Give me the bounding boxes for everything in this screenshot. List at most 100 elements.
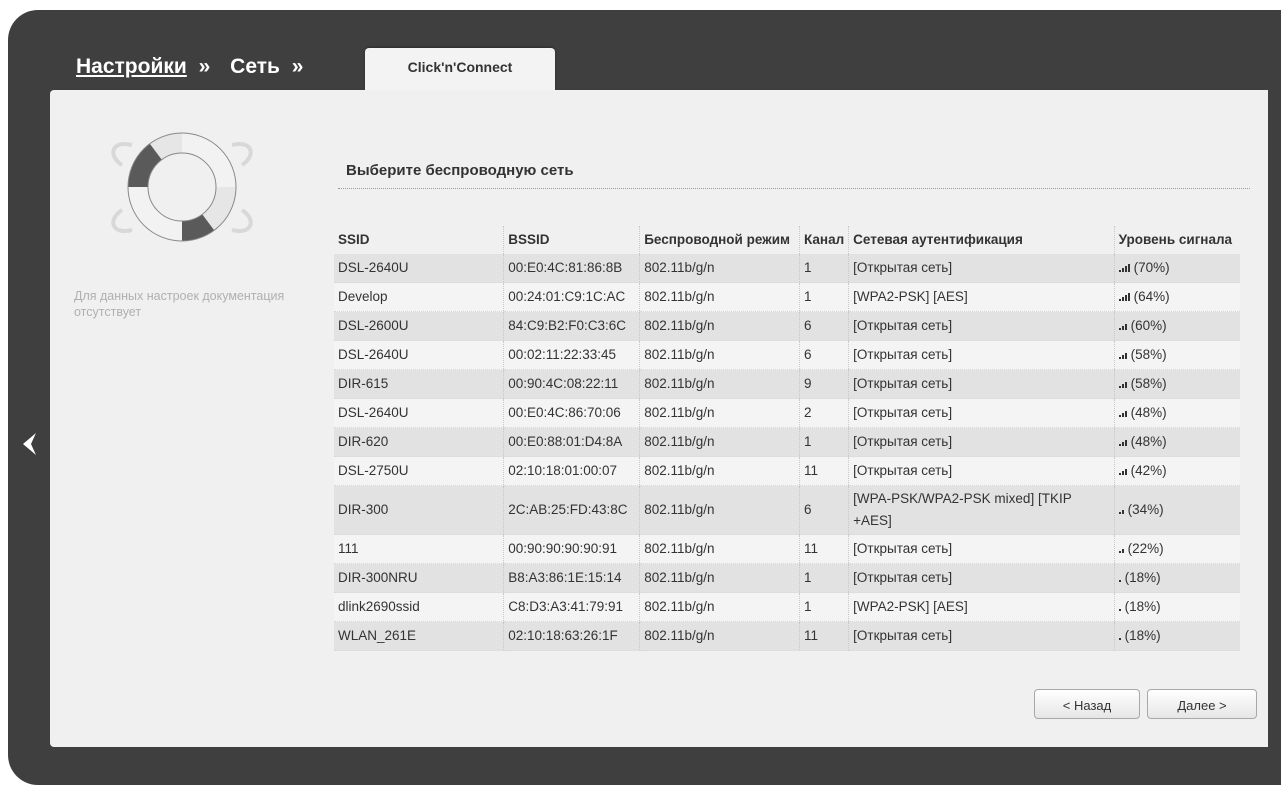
- cell-auth: [Открытая сеть]: [848, 456, 1115, 486]
- cell-auth: [Открытая сеть]: [848, 254, 1115, 283]
- cell-bssid: 02:10:18:01:00:07: [503, 456, 640, 486]
- cell-auth: [Открытая сеть]: [848, 621, 1115, 651]
- cell-bssid: 00:90:4C:08:22:11: [503, 369, 640, 399]
- cell-auth: [Открытая сеть]: [848, 398, 1115, 428]
- table-row[interactable]: DIR-300 2C:AB:25:FD:43:8C 802.11b/g/n 6 [WPA…: [334, 485, 1240, 535]
- cell-mode: 802.11b/g/n: [639, 369, 800, 399]
- cell-ssid: DIR-300: [334, 485, 504, 535]
- breadcrumb-separator: »: [291, 55, 304, 78]
- signal-value: (18%): [1124, 599, 1161, 614]
- cell-ssid: Develop: [334, 282, 504, 312]
- table-row[interactable]: Develop 00:24:01:C9:1C:AC 802.11b/g/n 1 [WPA…: [334, 282, 1240, 312]
- signal-bars-icon: [1118, 625, 1122, 647]
- breadcrumb-network[interactable]: Сеть: [230, 55, 280, 78]
- table-row[interactable]: DSL-2600U 84:C9:B2:F0:C3:6C 802.11b/g/n 6 [О…: [334, 311, 1240, 341]
- signal-value: (64%): [1133, 289, 1170, 304]
- cell-channel: 6: [798, 485, 849, 535]
- table-row[interactable]: DIR-615 00:90:4C:08:22:11 802.11b/g/n 9 [Отк…: [334, 369, 1240, 399]
- cell-channel: 11: [798, 456, 849, 486]
- signal-value: (18%): [1124, 628, 1161, 643]
- table-row[interactable]: DSL-2640U 00:E0:4C:81:86:8B 802.11b/g/n 1 [О…: [334, 254, 1240, 283]
- cell-auth: [WPA2-PSK] [AES]: [848, 592, 1115, 622]
- cell-mode: 802.11b/g/n: [639, 563, 800, 593]
- cell-mode: 802.11b/g/n: [639, 485, 800, 535]
- signal-value: (34%): [1127, 502, 1164, 517]
- cell-channel: 1: [798, 563, 849, 593]
- cell-ssid: DIR-615: [334, 369, 504, 399]
- tab-click-n-connect[interactable]: Click'n'Connect: [365, 48, 555, 94]
- cell-signal: (18%): [1113, 592, 1240, 622]
- cell-signal: (58%): [1113, 369, 1240, 399]
- header-ssid: SSID: [338, 232, 370, 247]
- signal-bars-icon: [1118, 286, 1131, 308]
- cell-ssid: DSL-2750U: [334, 456, 504, 486]
- signal-value: (18%): [1124, 570, 1161, 585]
- cell-signal: (18%): [1113, 563, 1240, 593]
- signal-bars-icon: [1118, 499, 1125, 521]
- cell-ssid: 111: [334, 534, 504, 564]
- cell-bssid: 00:E0:88:01:D4:8A: [503, 427, 640, 457]
- signal-bars-icon: [1118, 257, 1131, 279]
- cell-ssid: DSL-2600U: [334, 311, 504, 341]
- signal-bars-icon: [1118, 567, 1122, 589]
- cell-signal: (60%): [1113, 311, 1240, 341]
- cell-signal: (48%): [1113, 427, 1240, 457]
- cell-auth: [Открытая сеть]: [848, 534, 1115, 564]
- cell-auth: [Открытая сеть]: [848, 427, 1115, 457]
- tab-label: Click'n'Connect: [407, 59, 513, 75]
- signal-bars-icon: [1118, 402, 1128, 424]
- next-button[interactable]: Далее >: [1147, 689, 1257, 719]
- cell-ssid: DSL-2640U: [334, 398, 504, 428]
- header-mode: Беспроводной режим: [639, 226, 800, 254]
- back-button[interactable]: < Назад: [1034, 689, 1140, 719]
- cell-auth: [WPA2-PSK] [AES]: [848, 282, 1115, 312]
- cell-ssid: DIR-300NRU: [334, 563, 504, 593]
- table-row[interactable]: dlink2690ssid C8:D3:A3:41:79:91 802.11b/g/…: [334, 592, 1240, 622]
- cell-ssid: WLAN_261E: [334, 621, 504, 651]
- table-header-row: SSID BSSID Беспроводной режим Канал Сете…: [334, 226, 1240, 254]
- signal-bars-icon: [1118, 596, 1122, 618]
- table-row[interactable]: 111 00:90:90:90:90:91 802.11b/g/n 11 [Открыт…: [334, 534, 1240, 564]
- header-auth: Сетевая аутентификация: [848, 226, 1115, 254]
- cell-ssid: dlink2690ssid: [334, 592, 504, 622]
- header-bssid: BSSID: [503, 226, 640, 254]
- cell-mode: 802.11b/g/n: [639, 621, 800, 651]
- cell-channel: 1: [798, 282, 849, 312]
- cell-auth: [Открытая сеть]: [848, 563, 1115, 593]
- network-table: SSID BSSID Беспроводной режим Канал Сете…: [334, 226, 1240, 651]
- cell-channel: 11: [798, 621, 849, 651]
- cell-auth: [Открытая сеть]: [848, 369, 1115, 399]
- cell-bssid: 00:02:11:22:33:45: [503, 340, 640, 370]
- breadcrumb-separator: »: [198, 55, 211, 78]
- breadcrumb-settings[interactable]: Настройки: [76, 55, 187, 78]
- cell-bssid: 00:E0:4C:81:86:8B: [503, 254, 640, 283]
- cell-channel: 2: [798, 398, 849, 428]
- cell-channel: 6: [798, 311, 849, 341]
- table-row[interactable]: WLAN_261E 02:10:18:63:26:1F 802.11b/g/n 11[…: [334, 621, 1240, 651]
- cell-bssid: 00:24:01:C9:1C:AC: [503, 282, 640, 312]
- cell-signal: (70%): [1113, 254, 1240, 283]
- cell-bssid: 00:90:90:90:90:91: [503, 534, 640, 564]
- table-row[interactable]: DIR-300NRU B8:A3:86:1E:15:14 802.11b/g/n 1[…: [334, 563, 1240, 593]
- cell-auth: [Открытая сеть]: [848, 311, 1115, 341]
- table-row[interactable]: DIR-620 00:E0:88:01:D4:8A 802.11b/g/n 1 [Отк…: [334, 427, 1240, 457]
- cell-ssid: DSL-2640U: [334, 340, 504, 370]
- cell-auth: [WPA-PSK/WPA2-PSK mixed] [TKIP +AES]: [848, 485, 1115, 535]
- signal-bars-icon: [1118, 460, 1128, 482]
- title-divider: [338, 188, 1250, 189]
- table-row[interactable]: DSL-2640U 00:02:11:22:33:45 802.11b/g/n 6 [О…: [334, 340, 1240, 370]
- chevron-left-icon[interactable]: [18, 430, 40, 458]
- cell-mode: 802.11b/g/n: [639, 534, 800, 564]
- cell-auth: [Открытая сеть]: [848, 340, 1115, 370]
- cell-mode: 802.11b/g/n: [639, 456, 800, 486]
- signal-value: (58%): [1130, 347, 1167, 362]
- signal-value: (48%): [1130, 434, 1167, 449]
- table-row[interactable]: DSL-2640U 00:E0:4C:86:70:06 802.11b/g/n 2 [О…: [334, 398, 1240, 428]
- cell-mode: 802.11b/g/n: [639, 592, 800, 622]
- signal-bars-icon: [1118, 315, 1128, 337]
- signal-value: (42%): [1130, 463, 1167, 478]
- cell-signal: (64%): [1113, 282, 1240, 312]
- cell-bssid: 2C:AB:25:FD:43:8C: [503, 485, 640, 535]
- table-row[interactable]: DSL-2750U 02:10:18:01:00:07 802.11b/g/n 11[…: [334, 456, 1240, 486]
- cell-bssid: C8:D3:A3:41:79:91: [503, 592, 640, 622]
